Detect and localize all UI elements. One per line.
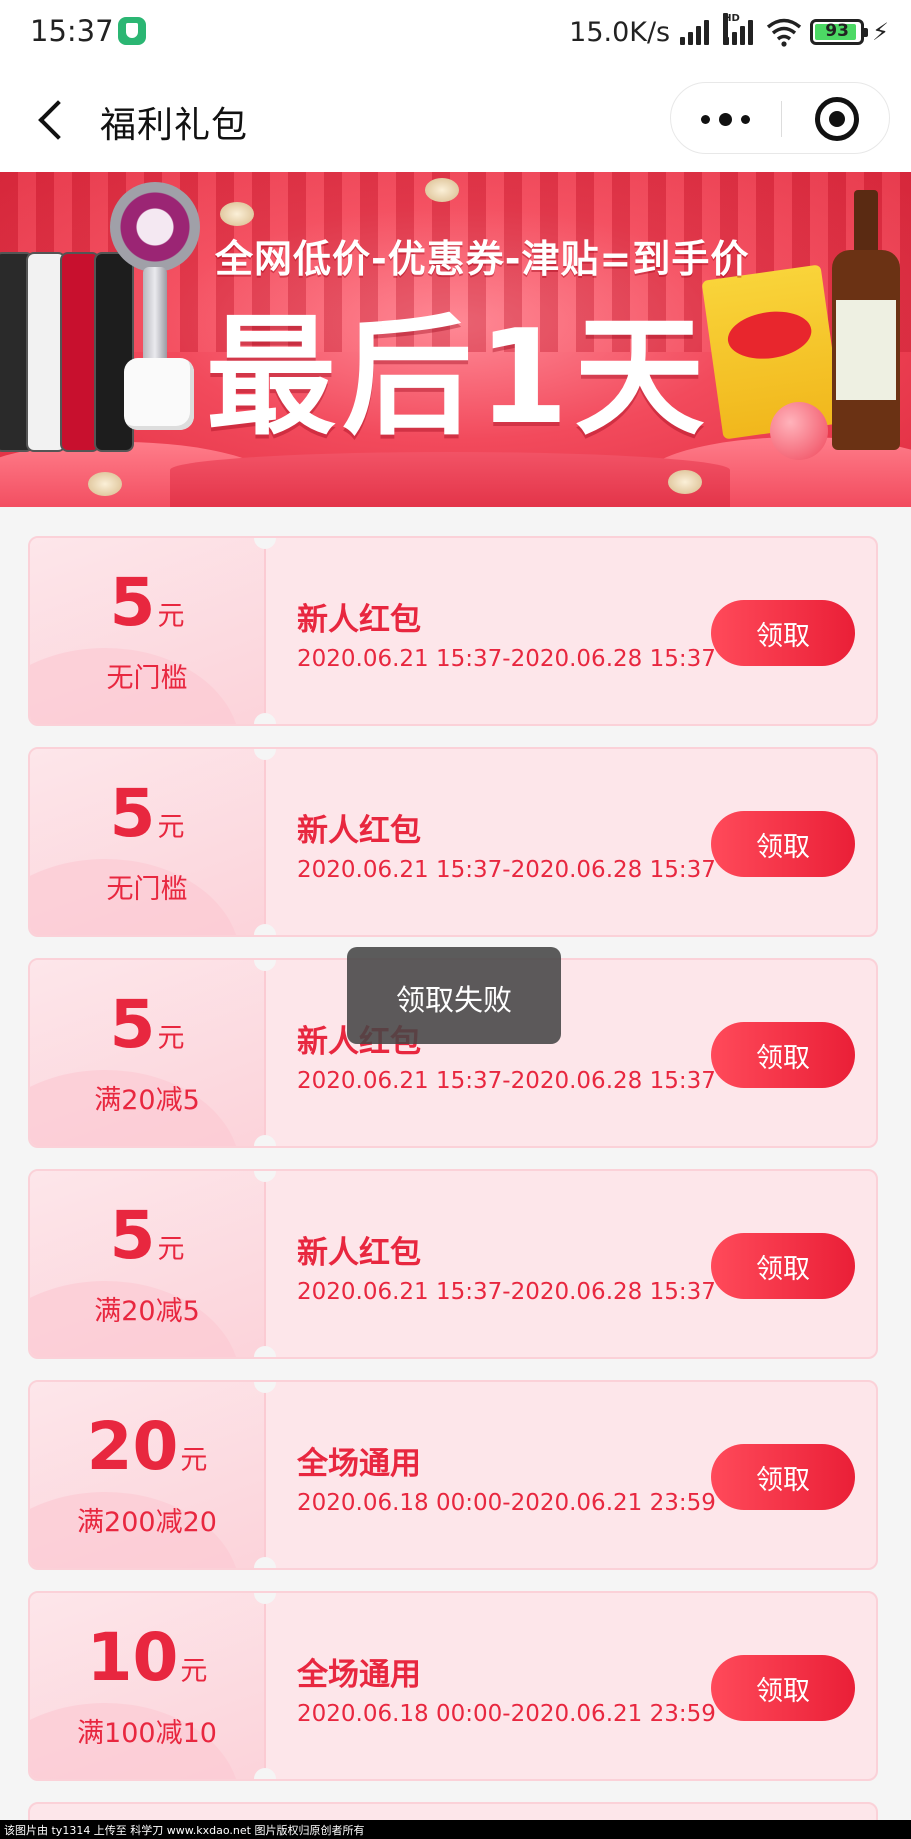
coupon-title: 新人红包 xyxy=(297,1235,421,1271)
coupon-amount-number: 10 xyxy=(86,1619,179,1696)
coupon-validity: 2020.06.21 15:37-2020.06.28 15:37 xyxy=(297,646,716,672)
coupon-card: 5元 无门槛 新人红包 2020.06.21 15:37-2020.06.28 … xyxy=(28,536,878,726)
coupon-validity: 2020.06.18 00:00-2020.06.21 23:59 xyxy=(297,1701,716,1727)
coupon-amount-number: 5 xyxy=(109,564,156,641)
coupon-divider xyxy=(264,1593,266,1779)
coupon-amount-unit: 元 xyxy=(157,1023,185,1054)
hair-dryer-image xyxy=(110,182,200,272)
nav-bar: 福利礼包 xyxy=(0,66,911,172)
coupon-title: 全场通用 xyxy=(297,1446,421,1482)
coin-decoration xyxy=(425,178,459,202)
coupon-threshold: 满200减20 xyxy=(77,1507,217,1538)
signal-hd-icon: HD xyxy=(722,13,758,47)
coupon-card: 5元 满20减5 新人红包 2020.06.21 15:37-2020.06.2… xyxy=(28,1169,878,1359)
watermark-bar: 该图片由 ty1314 上传至 科学刀 www.kxdao.net 图片版权归原… xyxy=(0,1820,911,1839)
banner-headline: 最后1天 xyxy=(206,301,711,453)
shield-icon xyxy=(118,17,146,45)
coupon-amount-unit: 元 xyxy=(180,1656,208,1687)
coupon-divider xyxy=(264,538,266,724)
coupon-amount-number: 5 xyxy=(109,986,156,1063)
status-indicators: 15.0K/s HD 93 ⚡ xyxy=(569,13,889,50)
coin-decoration xyxy=(220,202,254,226)
net-speed: 15.0K/s xyxy=(569,16,671,48)
claim-button[interactable]: 领取 xyxy=(711,811,855,877)
coupon-card: 20元 满200减20 全场通用 2020.06.18 00:00-2020.0… xyxy=(28,1380,878,1570)
claim-button[interactable]: 领取 xyxy=(711,600,855,666)
coin-decoration xyxy=(668,470,702,494)
close-miniprogram-button[interactable] xyxy=(815,97,859,141)
battery-percent: 93 xyxy=(825,21,849,41)
coupon-notch xyxy=(254,713,276,724)
coupon-amount: 5元 xyxy=(30,986,264,1063)
back-button[interactable] xyxy=(28,94,78,144)
toast: 领取失败 xyxy=(347,947,561,1044)
coupon-divider xyxy=(264,1171,266,1357)
coupon-threshold: 满20减5 xyxy=(94,1085,200,1116)
coupon-card: 5元 无门槛 新人红包 2020.06.21 15:37-2020.06.28 … xyxy=(28,747,878,937)
coupon-notch xyxy=(254,1557,276,1568)
coupon-amount: 10元 xyxy=(30,1619,264,1696)
coupon-divider xyxy=(264,749,266,935)
capsule-divider xyxy=(781,101,782,137)
airpods-image xyxy=(124,358,194,430)
coupon-amount-unit: 元 xyxy=(157,812,185,843)
coupon-amount: 5元 xyxy=(30,775,264,852)
status-bar: 15:37 15.0K/s HD 93 ⚡ xyxy=(0,0,911,66)
coupon-amount-unit: 元 xyxy=(157,1234,185,1265)
coupon-title: 新人红包 xyxy=(297,602,421,638)
coupon-title: 新人红包 xyxy=(297,813,421,849)
bolt-icon: ⚡ xyxy=(872,18,889,46)
coupon-amount-number: 5 xyxy=(109,775,156,852)
dot-icon xyxy=(741,115,750,124)
claim-button[interactable]: 领取 xyxy=(711,1444,855,1510)
coupon-title: 全场通用 xyxy=(297,1657,421,1693)
dot-icon xyxy=(701,115,710,124)
wifi-icon xyxy=(767,18,802,47)
coupon-amount-number: 5 xyxy=(109,1197,156,1274)
promo-banner[interactable]: 全网低价-优惠券-津贴=到手价 最后1天 xyxy=(0,172,911,507)
coupon-validity: 2020.06.21 15:37-2020.06.28 15:37 xyxy=(297,1068,716,1094)
coupon-amount: 5元 xyxy=(30,1197,264,1274)
coupon-threshold: 满20减5 xyxy=(94,1296,200,1327)
coupon-threshold: 无门槛 xyxy=(106,874,188,905)
miniprogram-capsule xyxy=(670,82,890,154)
coupon-validity: 2020.06.18 00:00-2020.06.21 23:59 xyxy=(297,1490,716,1516)
status-time: 15:37 xyxy=(30,14,114,48)
coupon-threshold: 满100减10 xyxy=(77,1718,217,1749)
page-title: 福利礼包 xyxy=(100,105,249,146)
coupon-notch xyxy=(254,1768,276,1779)
battery-icon: 93 xyxy=(810,19,869,45)
coin-decoration xyxy=(88,472,122,496)
coupon-notch xyxy=(254,924,276,935)
coupon-notch xyxy=(254,1346,276,1357)
coupon-validity: 2020.06.21 15:37-2020.06.28 15:37 xyxy=(297,1279,716,1305)
coupon-divider xyxy=(264,1382,266,1568)
coupon-amount: 5元 xyxy=(30,564,264,641)
signal-icon xyxy=(678,17,714,47)
coupon-amount-number: 20 xyxy=(86,1408,179,1485)
stage-decoration xyxy=(170,452,730,507)
coupon-amount: 20元 xyxy=(30,1408,264,1485)
claim-button[interactable]: 领取 xyxy=(711,1233,855,1299)
coupon-threshold: 无门槛 xyxy=(106,663,188,694)
watermark-text: 该图片由 ty1314 上传至 科学刀 www.kxdao.net 图片版权归原… xyxy=(4,1824,365,1837)
toast-message: 领取失败 xyxy=(395,983,512,1017)
dot-icon xyxy=(719,113,732,126)
bottle-image xyxy=(832,190,900,450)
coupon-card: 10元 满100减10 全场通用 2020.06.18 00:00-2020.0… xyxy=(28,1591,878,1781)
coupon-validity: 2020.06.21 15:37-2020.06.28 15:37 xyxy=(297,857,716,883)
coupon-amount-unit: 元 xyxy=(157,601,185,632)
coupon-amount-unit: 元 xyxy=(180,1445,208,1476)
coupon-divider xyxy=(264,960,266,1146)
ball-decoration xyxy=(770,402,828,460)
claim-button[interactable]: 领取 xyxy=(711,1655,855,1721)
chips-logo xyxy=(724,306,815,364)
coupon-notch xyxy=(254,1135,276,1146)
more-options-button[interactable] xyxy=(693,97,759,141)
claim-button[interactable]: 领取 xyxy=(711,1022,855,1088)
